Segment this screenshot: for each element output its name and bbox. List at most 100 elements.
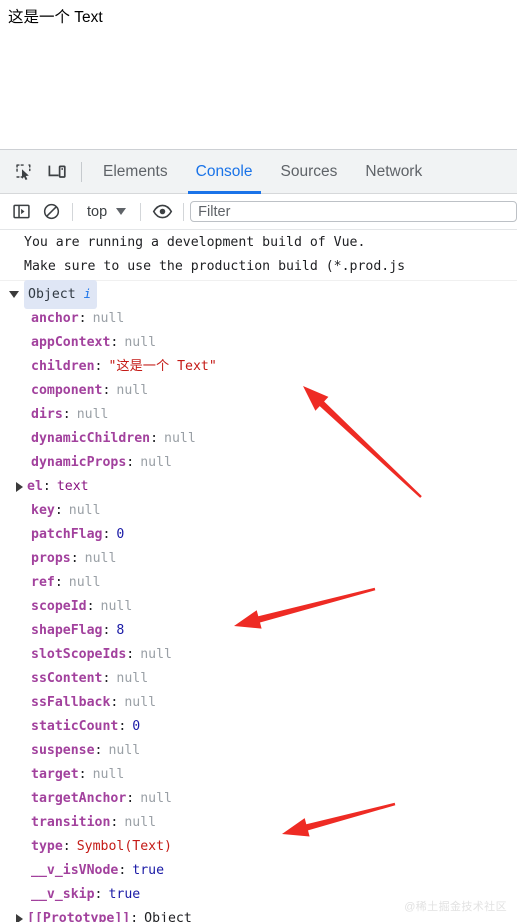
property-name: children: [31, 359, 95, 374]
property-name: key: [31, 503, 55, 518]
object-property-row: slotScopeIds: null: [0, 643, 517, 667]
property-value: null: [140, 647, 172, 662]
property-colon: :: [110, 335, 119, 350]
object-header-row[interactable]: Object i: [0, 280, 517, 309]
property-colon: :: [94, 359, 103, 374]
object-property-row: type: Symbol(Text): [0, 835, 517, 859]
property-value: 0: [116, 527, 125, 542]
object-property-row: shapeFlag:8: [0, 619, 517, 643]
property-name: type: [31, 839, 63, 854]
browser-page-viewport: 这是一个 Text: [0, 0, 517, 149]
property-name: patchFlag: [31, 527, 103, 542]
property-name: __v_isVNode: [31, 863, 119, 878]
object-property-row[interactable]: el: text: [0, 475, 517, 499]
property-value: null: [124, 335, 157, 350]
inspect-element-icon[interactable]: [6, 155, 40, 189]
property-colon: :: [150, 431, 159, 446]
property-value: null: [68, 575, 101, 590]
property-colon: :: [54, 503, 63, 518]
object-property-row: transition: null: [0, 811, 517, 835]
execution-context-selector[interactable]: top: [79, 200, 134, 224]
property-colon: :: [54, 575, 63, 590]
property-colon: :: [102, 527, 111, 542]
property-colon: :: [110, 815, 119, 830]
object-property-row: ssFallback: null: [0, 691, 517, 715]
object-property-row: dynamicChildren: null: [0, 427, 517, 451]
property-colon: :: [126, 647, 135, 662]
console-sidebar-toggle-icon[interactable]: [6, 198, 36, 226]
property-name: ssFallback: [31, 695, 111, 710]
info-icon[interactable]: i: [84, 281, 92, 306]
property-colon: :: [102, 671, 111, 686]
property-name: ssContent: [31, 671, 103, 686]
filter-divider-1: [72, 202, 73, 221]
console-filter-toolbar: top: [0, 194, 517, 230]
live-expression-eye-icon[interactable]: [147, 198, 177, 226]
filter-divider-2: [140, 202, 142, 221]
property-name: [[Prototype]]: [27, 911, 131, 922]
property-name: target: [31, 767, 79, 782]
property-colon: :: [126, 455, 135, 470]
page-rendered-text: 这是一个 Text: [8, 9, 103, 26]
property-value: true: [132, 863, 165, 878]
property-colon: :: [130, 911, 139, 922]
property-value: null: [140, 455, 172, 470]
property-value: null: [140, 791, 172, 806]
disclosure-triangle-icon[interactable]: [9, 291, 19, 298]
object-property-row: __v_isVNode: true: [0, 859, 517, 883]
object-property-list: anchor: null appContext: null children: "这是一个…: [0, 307, 517, 922]
filter-divider-3: [183, 202, 185, 221]
object-property-row: appContext: null: [0, 331, 517, 355]
property-colon: :: [94, 743, 103, 758]
devtools-panel: Elements Console Sources Network top Fil…: [0, 149, 517, 922]
property-colon: :: [62, 407, 71, 422]
object-property-row: children: "这是一个 Text": [0, 355, 517, 379]
object-property-row: anchor: null: [0, 307, 517, 331]
property-value: 0: [132, 719, 141, 734]
property-name: ref: [31, 575, 55, 590]
property-colon: :: [78, 311, 87, 326]
console-logged-object[interactable]: Object i anchor: null appContext: null child…: [0, 280, 517, 922]
tab-sources[interactable]: Sources: [267, 150, 352, 194]
object-property-row: dirs: null: [0, 403, 517, 427]
console-message-list[interactable]: You are running a development build of V…: [0, 230, 517, 922]
object-property-row: targetAnchor: null: [0, 787, 517, 811]
property-name: staticCount: [31, 719, 119, 734]
tab-console[interactable]: Console: [182, 150, 267, 194]
object-property-row: key: null: [0, 499, 517, 523]
property-value: 8: [116, 623, 125, 638]
disclosure-triangle-icon[interactable]: [16, 914, 23, 922]
property-name: suspense: [31, 743, 95, 758]
console-filter-input[interactable]: [190, 201, 517, 222]
devtools-tabbar: Elements Console Sources Network: [0, 150, 517, 194]
property-value: null: [124, 695, 157, 710]
property-colon: :: [118, 863, 127, 878]
property-value: null: [76, 407, 109, 422]
tab-elements[interactable]: Elements: [89, 150, 182, 194]
console-message-line: You are running a development build of V…: [24, 235, 366, 250]
clear-console-icon[interactable]: [36, 198, 66, 226]
property-name: __v_skip: [31, 887, 95, 902]
device-toolbar-icon[interactable]: [40, 155, 74, 189]
property-name: el: [27, 479, 43, 494]
property-name: transition: [31, 815, 111, 830]
property-value: true: [108, 887, 141, 902]
property-value: text: [56, 479, 89, 494]
property-colon: :: [62, 839, 71, 854]
object-property-row: dynamicProps: null: [0, 451, 517, 475]
object-property-row: scopeId: null: [0, 595, 517, 619]
property-name: slotScopeIds: [31, 647, 127, 662]
property-colon: :: [102, 623, 111, 638]
property-name: appContext: [31, 335, 111, 350]
object-property-row: patchFlag:0: [0, 523, 517, 547]
property-name: targetAnchor: [31, 791, 127, 806]
chevron-down-icon: [116, 208, 127, 215]
property-value: null: [100, 599, 133, 614]
property-name: dirs: [31, 407, 63, 422]
tab-network[interactable]: Network: [351, 150, 436, 194]
property-value: null: [68, 503, 101, 518]
property-name: shapeFlag: [31, 623, 103, 638]
console-message-vue-warning: You are running a development build of V…: [0, 230, 517, 281]
disclosure-triangle-icon[interactable]: [16, 482, 23, 492]
property-colon: :: [86, 599, 95, 614]
